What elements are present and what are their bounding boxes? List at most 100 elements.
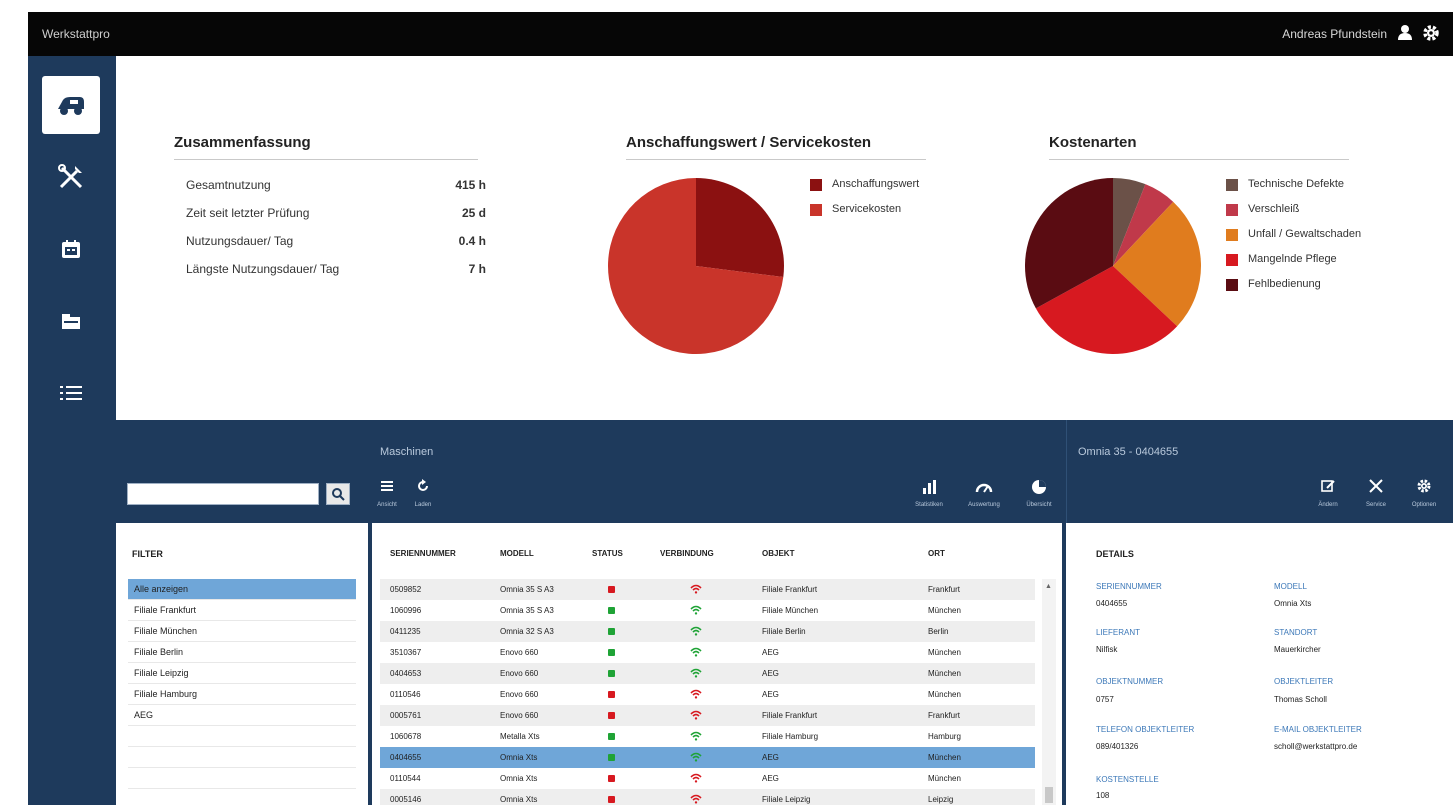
cell-serial: 0110544 xyxy=(390,774,421,783)
edit-button[interactable]: Ändern xyxy=(1310,478,1346,514)
legend-label: Servicekosten xyxy=(832,203,902,215)
table-row[interactable]: 0005761 Enovo 660 Filiale Frankfurt Frankfu… xyxy=(380,705,1035,726)
bottom-section: Maschinen Omnia 35 - 0404655 Ansicht Lad… xyxy=(116,420,1453,805)
table-row[interactable]: 1060996 Omnia 35 S A3 Filiale München Münch… xyxy=(380,600,1035,621)
scrollbar-thumb[interactable] xyxy=(1045,787,1053,803)
cell-object: AEG xyxy=(762,669,779,678)
user-icon[interactable] xyxy=(1395,23,1415,43)
cell-serial: 0005761 xyxy=(390,711,422,720)
table-row[interactable]: 0411235 Omnia 32 S A3 Filiale Berlin Berlin xyxy=(380,621,1035,642)
cell-model: Enovo 660 xyxy=(500,690,539,699)
search-button[interactable] xyxy=(326,483,350,505)
cell-place: München xyxy=(928,753,961,762)
summary-label: Nutzungsdauer/ Tag xyxy=(186,234,294,248)
evaluation-button[interactable]: Auswertung xyxy=(959,478,1009,514)
pie-slice[interactable] xyxy=(696,178,784,278)
cell-model: Metalla Xts xyxy=(500,732,540,741)
app-window: Werkstattpro Andreas Pfundstein Zusammen… xyxy=(28,12,1453,805)
pie1-title: Anschaffungswert / Servicekosten xyxy=(626,134,926,160)
column-header[interactable]: MODELL xyxy=(500,549,534,558)
summary-value: 25 d xyxy=(461,206,486,220)
filter-item[interactable]: AEG xyxy=(128,705,356,726)
search-input[interactable] xyxy=(127,483,319,505)
table-row[interactable]: 1060678 Metalla Xts Filiale Hamburg Hamburg xyxy=(380,726,1035,747)
summary-title: Zusammenfassung xyxy=(174,134,478,160)
table-row[interactable]: 0005146 Omnia Xts Filiale Leipzig Leipzig xyxy=(380,789,1035,805)
edit-icon xyxy=(1321,480,1335,492)
options-button[interactable]: Optionen xyxy=(1406,478,1442,514)
wifi-icon xyxy=(690,668,702,678)
legend-label: Fehlbedienung xyxy=(1248,278,1321,290)
statistics-button[interactable]: Statistiken xyxy=(904,478,954,514)
filter-item[interactable]: Filiale Leipzig xyxy=(128,663,356,684)
column-header[interactable]: SERIENNUMMER xyxy=(390,549,456,558)
column-header[interactable]: OBJEKT xyxy=(762,549,794,558)
sidebar-item-files[interactable] xyxy=(42,292,100,350)
table-scrollbar[interactable]: ▲ xyxy=(1042,579,1056,805)
column-header[interactable]: ORT xyxy=(928,549,945,558)
overview-button[interactable]: Übersicht xyxy=(1014,478,1064,514)
cell-object: Filiale Frankfurt xyxy=(762,585,818,594)
filter-item-empty xyxy=(128,747,356,768)
tool-label: Ansicht xyxy=(377,502,397,508)
cell-serial: 3510367 xyxy=(390,648,422,657)
table-row[interactable]: 0110546 Enovo 660 AEG München xyxy=(380,684,1035,705)
summary-value: 415 h xyxy=(455,178,486,192)
column-header[interactable]: STATUS xyxy=(592,549,623,558)
details-pane: DETAILS SERIENNUMMER 0404655 MODELL Omni… xyxy=(1066,523,1453,805)
filter-item[interactable]: Filiale Hamburg xyxy=(128,684,356,705)
service-button[interactable]: Service xyxy=(1358,478,1394,514)
cell-place: München xyxy=(928,774,961,783)
table-row[interactable]: 0509852 Omnia 35 S A3 Filiale Frankfurt Fra… xyxy=(380,579,1035,600)
detail-value: Mauerkircher xyxy=(1274,645,1321,654)
wifi-icon xyxy=(690,710,702,720)
filter-item[interactable]: Filiale Berlin xyxy=(128,642,356,663)
cell-place: München xyxy=(928,690,961,699)
tools-icon xyxy=(1369,479,1383,493)
summary-value: 7 h xyxy=(468,262,486,276)
cell-object: Filiale Berlin xyxy=(762,627,806,636)
wifi-icon xyxy=(690,689,702,699)
detail-label: TELEFON OBJEKTLEITER xyxy=(1096,725,1195,734)
cell-place: München xyxy=(928,669,961,678)
summary-label: Zeit seit letzter Prüfung xyxy=(186,206,310,220)
scroll-up-icon[interactable]: ▲ xyxy=(1045,583,1052,590)
cell-model: Enovo 660 xyxy=(500,669,539,678)
sidebar xyxy=(28,56,116,805)
filter-item-empty xyxy=(128,768,356,789)
table-row[interactable]: 0404653 Enovo 660 AEG München xyxy=(380,663,1035,684)
cell-serial: 0005146 xyxy=(390,795,422,804)
tool-label: Auswertung xyxy=(968,502,1000,508)
status-indicator xyxy=(608,733,615,740)
cell-serial: 1060996 xyxy=(390,606,422,615)
status-indicator xyxy=(608,691,615,698)
sidebar-item-service[interactable] xyxy=(42,148,100,206)
column-header[interactable]: VERBINDUNG xyxy=(660,549,714,558)
table-row[interactable]: 3510367 Enovo 660 AEG München xyxy=(380,642,1035,663)
filter-item[interactable]: Filiale Frankfurt xyxy=(128,600,356,621)
legend-swatch xyxy=(1226,279,1238,291)
wifi-icon xyxy=(690,752,702,762)
cell-object: Filiale Frankfurt xyxy=(762,711,818,720)
list-icon xyxy=(60,386,82,400)
search-icon xyxy=(332,488,345,501)
detail-label: STANDORT xyxy=(1274,628,1318,637)
table-row[interactable]: 0404655 Omnia Xts AEG München xyxy=(380,747,1035,768)
detail-label: OBJEKTNUMMER xyxy=(1096,677,1164,686)
cell-object: Filiale München xyxy=(762,606,819,615)
sidebar-item-calendar[interactable] xyxy=(42,220,100,278)
sidebar-item-machines[interactable] xyxy=(42,76,100,134)
view-button[interactable]: Ansicht xyxy=(372,478,402,514)
sidebar-item-list[interactable] xyxy=(42,364,100,422)
filter-item[interactable]: Filiale München xyxy=(128,621,356,642)
table-row[interactable]: 0110544 Omnia Xts AEG München xyxy=(380,768,1035,789)
cell-object: AEG xyxy=(762,753,779,762)
cell-model: Omnia Xts xyxy=(500,753,538,762)
filter-item[interactable]: Alle anzeigen xyxy=(128,579,356,600)
user-name[interactable]: Andreas Pfundstein xyxy=(1282,27,1387,41)
gear-icon[interactable] xyxy=(1421,23,1441,43)
cell-model: Omnia 35 S A3 xyxy=(500,585,554,594)
pie-chart-acquisition-service xyxy=(608,178,784,354)
reload-button[interactable]: Laden xyxy=(408,478,438,514)
cell-place: München xyxy=(928,606,961,615)
